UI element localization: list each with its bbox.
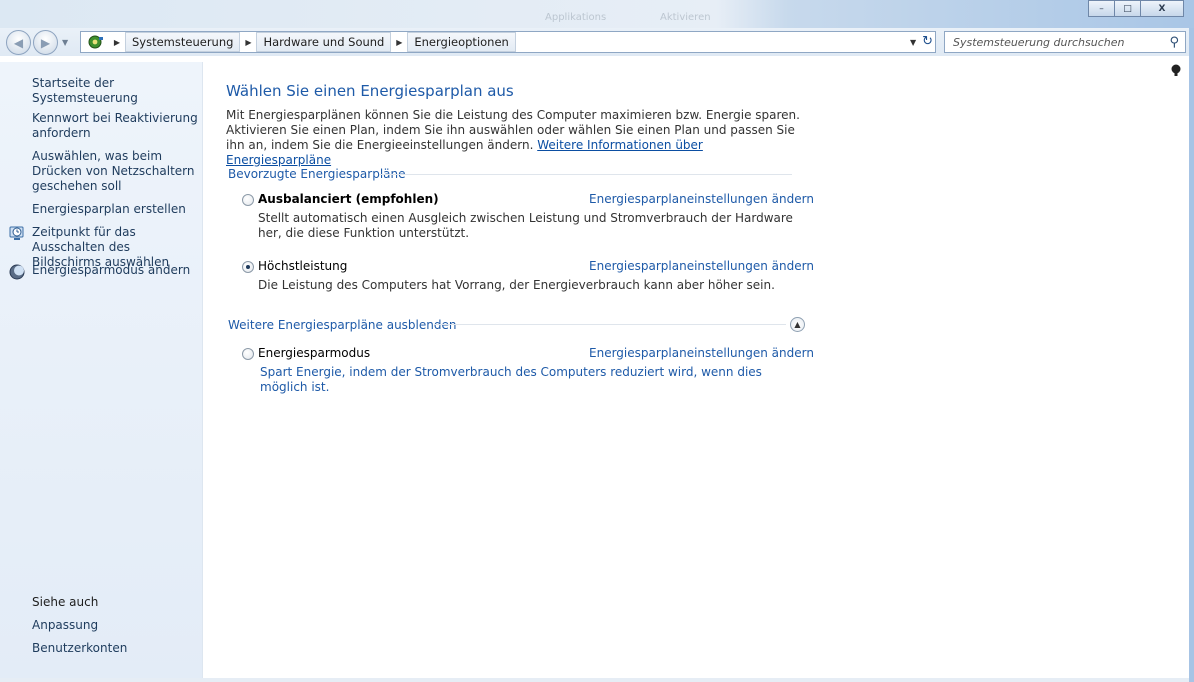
search-input[interactable] <box>953 35 1153 49</box>
intro-paragraph: Mit Energiesparplänen können Sie die Lei… <box>226 108 806 168</box>
plan-settings-link-energiesparmodus[interactable]: Energiesparplaneinstellungen ändern <box>589 346 814 360</box>
page-title: Wählen Sie einen Energiesparplan aus <box>226 82 514 100</box>
search-box[interactable]: ⚲ <box>944 31 1186 53</box>
ghost-text-left: Applikations <box>545 12 607 23</box>
intro-text: Mit Energiesparplänen können Sie die Lei… <box>226 108 800 152</box>
window-border <box>1189 28 1194 682</box>
plan-name-energiesparmodus[interactable]: Energiesparmodus <box>258 346 370 360</box>
address-bar[interactable]: ▶ Systemsteuerung ▶ Hardware und Sound ▶… <box>80 31 936 53</box>
collapse-chevron-up-icon[interactable]: ▲ <box>790 317 805 332</box>
plan-name-hoechstleistung[interactable]: Höchstleistung <box>258 259 347 273</box>
breadcrumb-separator-icon[interactable]: ▶ <box>109 32 125 52</box>
plan-description-ausbalanciert: Stellt automatisch einen Ausgleich zwisc… <box>258 211 793 240</box>
navigation-bar: ◀ ▶ ▼ ▶ Systemsteuerung ▶ Hardware und S… <box>0 28 1189 56</box>
clock-monitor-icon <box>9 225 25 241</box>
plan-radio-energiesparmodus[interactable] <box>242 348 254 360</box>
breadcrumb-energieoptionen[interactable]: Energieoptionen <box>407 32 516 52</box>
history-dropdown-icon[interactable]: ▼ <box>62 38 68 47</box>
main-content: Wählen Sie einen Energiesparplan aus Mit… <box>204 62 1189 678</box>
close-button[interactable]: X <box>1140 0 1184 17</box>
help-icon[interactable] <box>1171 64 1181 82</box>
sidebar-item-netzschalter[interactable]: Auswählen, was beim Drücken von Netzscha… <box>32 149 200 194</box>
breadcrumb-systemsteuerung[interactable]: Systemsteuerung <box>125 32 241 52</box>
sidebar-item-kennwort[interactable]: Kennwort bei Reaktivierung anfordern <box>32 111 200 141</box>
moon-sleep-icon <box>9 264 25 280</box>
back-arrow-icon: ◀ <box>13 35 24 50</box>
plan-settings-link-hoechstleistung[interactable]: Energiesparplaneinstellungen ändern <box>589 259 814 273</box>
refresh-icon[interactable]: ↻ <box>922 34 933 49</box>
sidebar-item-plan-erstellen[interactable]: Energiesparplan erstellen <box>32 202 200 217</box>
plan-name-ausbalanciert[interactable]: Ausbalanciert (empfohlen) <box>258 192 439 206</box>
plan-radio-ausbalanciert[interactable] <box>242 194 254 206</box>
window-controls: – □ X <box>1088 0 1184 17</box>
search-icon[interactable]: ⚲ <box>1169 35 1179 50</box>
group-divider <box>380 174 792 175</box>
control-panel-icon[interactable] <box>81 32 109 52</box>
see-also-heading: Siehe auch <box>32 595 99 609</box>
sidebar-home-link[interactable]: Startseite der Systemsteuerung <box>32 76 200 106</box>
more-plans-heading[interactable]: Weitere Energiesparpläne ausblenden <box>228 318 456 332</box>
maximize-button[interactable]: □ <box>1114 0 1141 17</box>
sidebar: Startseite der Systemsteuerung Kennwort … <box>0 62 203 678</box>
plan-radio-hoechstleistung[interactable] <box>242 261 254 273</box>
forward-arrow-icon: ▶ <box>40 35 51 50</box>
address-bar-actions: ▼ ↻ <box>910 34 933 49</box>
sidebar-item-energiesparmodus[interactable]: Energiesparmodus ändern <box>32 263 200 278</box>
ghost-text-right: Aktivieren <box>660 12 711 23</box>
address-dropdown-icon[interactable]: ▼ <box>910 38 916 49</box>
preferred-plans-heading: Bevorzugte Energiesparpläne <box>228 167 406 181</box>
window-titlebar: Applikations Aktivieren – □ X <box>0 0 1194 28</box>
breadcrumb-separator-icon[interactable]: ▶ <box>240 32 256 52</box>
breadcrumb-separator-icon[interactable]: ▶ <box>391 32 407 52</box>
group-divider <box>434 324 786 325</box>
back-button[interactable]: ◀ <box>6 30 31 55</box>
minimize-button[interactable]: – <box>1088 0 1115 17</box>
plan-settings-link-ausbalanciert[interactable]: Energiesparplaneinstellungen ändern <box>589 192 814 206</box>
breadcrumb-hardware-und-sound[interactable]: Hardware und Sound <box>256 32 392 52</box>
sidebar-item-anpassung[interactable]: Anpassung <box>32 618 200 633</box>
plan-description-hoechstleistung: Die Leistung des Computers hat Vorrang, … <box>258 278 775 292</box>
sidebar-item-benutzerkonten[interactable]: Benutzerkonten <box>32 641 200 656</box>
plan-description-energiesparmodus: Spart Energie, indem der Stromverbrauch … <box>260 365 762 394</box>
forward-button[interactable]: ▶ <box>33 30 58 55</box>
window-bottom-border <box>0 678 1189 682</box>
